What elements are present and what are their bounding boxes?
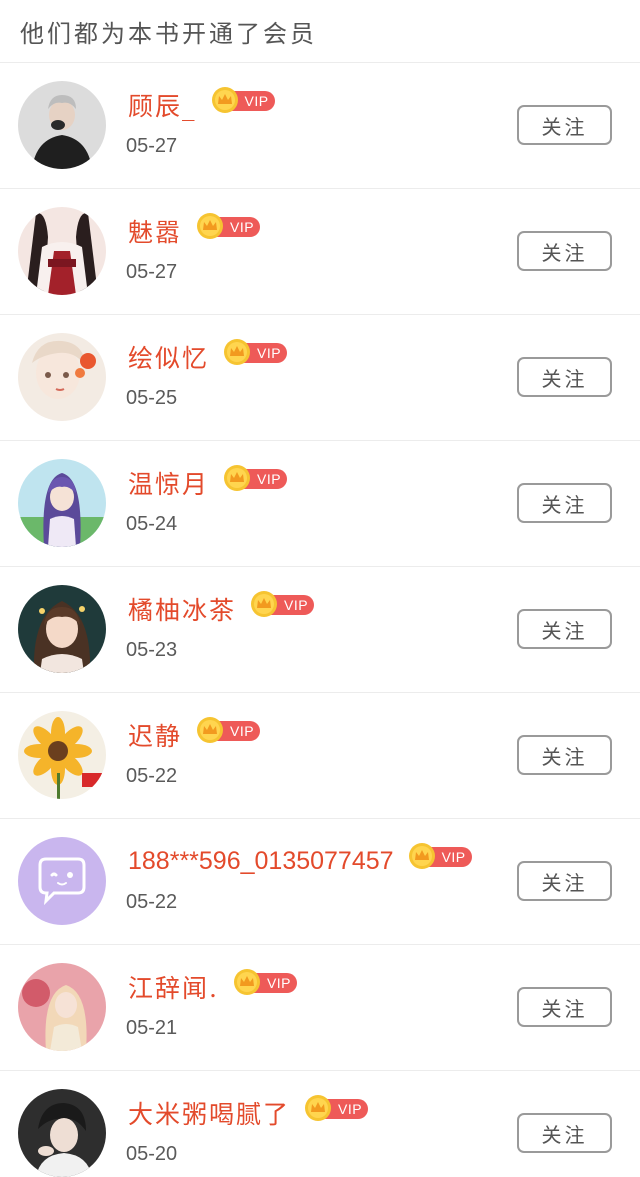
follow-button[interactable]: 关注 [517, 483, 612, 523]
follow-button[interactable]: 关注 [517, 1113, 612, 1153]
page-title: 他们都为本书开通了会员 [20, 19, 317, 48]
vip-badge: VIP [408, 843, 472, 869]
member-row[interactable]: 顾辰_ VIP 05-27 关注 [0, 63, 640, 189]
pink-girl-avatar-icon [18, 963, 106, 1051]
member-date: 05-24 [126, 513, 178, 535]
crown-icon [408, 843, 435, 869]
crown-icon [197, 717, 224, 743]
crown-icon [224, 339, 251, 365]
member-name[interactable]: 温惊月 [128, 465, 209, 501]
avatar[interactable] [18, 837, 106, 925]
avatar[interactable] [18, 711, 106, 799]
follow-button[interactable]: 关注 [517, 105, 612, 145]
member-name[interactable]: 橘柚冰茶 [128, 591, 236, 627]
name-line: 橘柚冰茶 VIP [128, 589, 315, 629]
member-row[interactable]: 温惊月 VIP 05-24 关注 [0, 441, 640, 567]
vip-badge: VIP [196, 213, 261, 239]
hanfu-girl-avatar-icon [18, 207, 106, 295]
vip-badge: VIP [250, 591, 315, 617]
avatar[interactable] [18, 459, 106, 547]
name-line: 迟静 VIP [128, 715, 261, 755]
avatar[interactable] [18, 81, 106, 169]
member-date: 05-20 [126, 1143, 178, 1165]
crown-icon [233, 969, 260, 995]
person-black-outfit-avatar-icon [18, 81, 106, 169]
follow-button[interactable]: 关注 [517, 231, 612, 271]
avatar[interactable] [18, 333, 106, 421]
crown-icon [211, 87, 238, 113]
crown-icon [224, 465, 251, 491]
member-name[interactable]: 绘似忆 [128, 339, 209, 375]
follow-button[interactable]: 关注 [517, 735, 612, 775]
vip-badge: VIP [304, 1095, 369, 1121]
avatar[interactable] [18, 585, 106, 673]
vip-badge: VIP [223, 339, 288, 365]
member-name[interactable]: 魅嚣 [128, 213, 182, 249]
name-line: 魅嚣 VIP [128, 211, 261, 251]
vip-badge: VIP [196, 717, 261, 743]
member-row[interactable]: 江辞闻. VIP 05-21 关注 [0, 945, 640, 1071]
member-name[interactable]: 江辞闻. [128, 969, 219, 1005]
follow-button[interactable]: 关注 [517, 861, 612, 901]
member-row[interactable]: 大米粥喝腻了 VIP 05-20 关注 [0, 1071, 640, 1177]
name-line: 绘似忆 VIP [128, 337, 288, 377]
name-line: 大米粥喝腻了 VIP [128, 1093, 369, 1133]
member-date: 05-22 [126, 765, 178, 787]
member-row[interactable]: 迟静 VIP 05-22 关注 [0, 693, 640, 819]
member-list: 顾辰_ VIP 05-27 关注 魅嚣 VIP 05-27 关注 绘似忆 VIP… [0, 63, 640, 1177]
vip-badge: VIP [233, 969, 298, 995]
member-row[interactable]: 橘柚冰茶 VIP 05-23 关注 [0, 567, 640, 693]
anime-girl-avatar-icon [18, 459, 106, 547]
crown-icon [251, 591, 278, 617]
girl-photo-avatar-icon [18, 585, 106, 673]
boy-photo-avatar-icon [18, 1089, 106, 1177]
header: 他们都为本书开通了会员 [0, 0, 640, 63]
illustrated-girl-avatar-icon [18, 333, 106, 421]
follow-button[interactable]: 关注 [517, 357, 612, 397]
member-date: 05-27 [126, 261, 178, 283]
name-line: 江辞闻. VIP [128, 967, 298, 1007]
member-name[interactable]: 188***596_0135077457 [128, 847, 394, 876]
member-name[interactable]: 顾辰_ [128, 87, 197, 123]
follow-button[interactable]: 关注 [517, 987, 612, 1027]
member-row[interactable]: 魅嚣 VIP 05-27 关注 [0, 189, 640, 315]
name-line: 顾辰_ VIP [128, 85, 275, 125]
member-row[interactable]: 绘似忆 VIP 05-25 关注 [0, 315, 640, 441]
member-row[interactable]: 188***596_0135077457 VIP 05-22 关注 [0, 819, 640, 945]
member-date: 05-21 [126, 1017, 178, 1039]
vip-members-page: 他们都为本书开通了会员 顾辰_ VIP 05-27 关注 魅嚣 VIP 05-2… [0, 0, 640, 1177]
name-line: 温惊月 VIP [128, 463, 288, 503]
sunflower-avatar-icon [18, 711, 106, 799]
member-date: 05-25 [126, 387, 178, 409]
default-chat-bubble-avatar-icon [18, 837, 106, 925]
avatar[interactable] [18, 963, 106, 1051]
vip-badge: VIP [223, 465, 288, 491]
vip-badge: VIP [211, 87, 275, 113]
crown-icon [197, 213, 224, 239]
member-date: 05-23 [126, 639, 178, 661]
avatar[interactable] [18, 207, 106, 295]
member-name[interactable]: 大米粥喝腻了 [128, 1095, 290, 1131]
follow-button[interactable]: 关注 [517, 609, 612, 649]
member-date: 05-27 [126, 135, 178, 157]
avatar[interactable] [18, 1089, 106, 1177]
crown-icon [305, 1095, 332, 1121]
member-name[interactable]: 迟静 [128, 717, 182, 753]
name-line: 188***596_0135077457 VIP [128, 841, 472, 881]
member-date: 05-22 [126, 891, 178, 913]
